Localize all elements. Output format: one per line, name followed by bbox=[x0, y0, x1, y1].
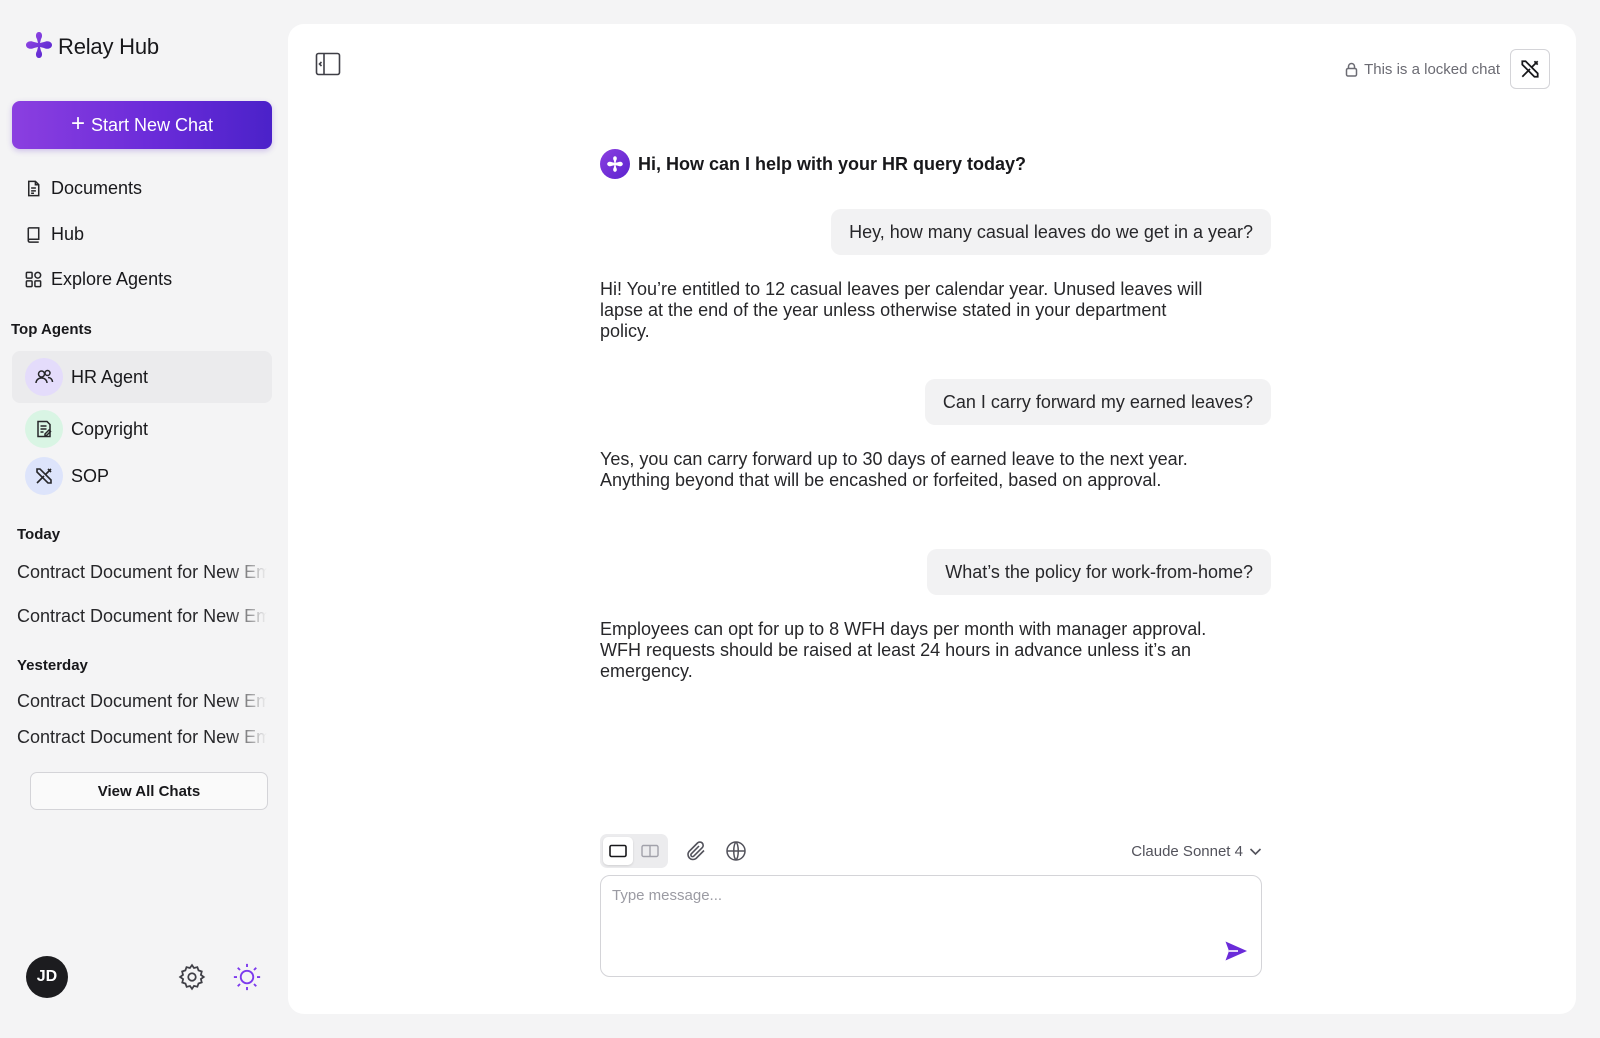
nav-label: Explore Agents bbox=[51, 268, 173, 289]
single-view-button[interactable] bbox=[603, 837, 633, 865]
start-new-chat-button[interactable]: + Start New Chat bbox=[12, 101, 272, 149]
user-message: What’s the policy for work-from-home? bbox=[927, 549, 1271, 595]
tools-button[interactable] bbox=[1510, 49, 1550, 89]
nav-item-documents[interactable]: Documents bbox=[24, 174, 142, 202]
message-composer bbox=[600, 875, 1262, 977]
book-icon bbox=[27, 226, 40, 243]
nav-item-explore-agents[interactable]: Explore Agents bbox=[24, 265, 172, 293]
model-name: Claude Sonnet 4 bbox=[1131, 842, 1243, 860]
greeting-text: Hi, How can I help with your HR query to… bbox=[638, 153, 1027, 174]
chat-history-item[interactable]: Contract Document for New Employee bbox=[17, 691, 267, 715]
chat-history-item[interactable]: Contract Document for New Employee bbox=[17, 606, 267, 630]
tools-icon bbox=[25, 457, 63, 495]
split-view-button[interactable] bbox=[635, 837, 665, 865]
avatar[interactable]: JD bbox=[26, 956, 68, 998]
chat-history-item[interactable]: Contract Document for New Employee bbox=[17, 562, 267, 586]
locked-chat-text: This is a locked chat bbox=[1364, 60, 1500, 78]
nav-label: Documents bbox=[51, 177, 143, 198]
web-search-button[interactable] bbox=[724, 839, 748, 863]
plus-icon: + bbox=[70, 110, 85, 137]
paperclip-icon bbox=[687, 841, 705, 861]
nav-label: Hub bbox=[51, 223, 85, 244]
sun-icon bbox=[233, 963, 261, 991]
users-icon bbox=[25, 358, 63, 396]
chat-history-item[interactable]: Contract Document for New Employee bbox=[17, 727, 267, 751]
theme-toggle-button[interactable] bbox=[231, 961, 263, 993]
brand[interactable]: Relay Hub bbox=[24, 30, 159, 65]
grid-icon bbox=[25, 271, 42, 287]
settings-button[interactable] bbox=[176, 961, 208, 993]
send-button[interactable] bbox=[1223, 938, 1249, 964]
history-today-heading: Today bbox=[17, 526, 61, 543]
app-name: Relay Hub bbox=[58, 34, 159, 59]
document-icon bbox=[27, 180, 40, 196]
top-agents-heading: Top Agents bbox=[11, 321, 92, 338]
layout-mode-toggle bbox=[600, 834, 668, 868]
panel-left-icon bbox=[315, 52, 341, 76]
chat-panel: This is a locked chat Hi, How can I help… bbox=[288, 24, 1576, 1014]
agent-label: Copyright bbox=[71, 418, 149, 439]
model-selector[interactable]: Claude Sonnet 4 bbox=[1131, 840, 1262, 862]
nav-item-hub[interactable]: Hub bbox=[24, 220, 84, 248]
assistant-message: Employees can opt for up to 8 WFH days p… bbox=[600, 619, 1207, 681]
history-yesterday-heading: Yesterday bbox=[17, 657, 88, 674]
split-pane-icon bbox=[641, 844, 659, 858]
user-message: Can I carry forward my earned leaves? bbox=[924, 379, 1271, 425]
tools-icon bbox=[1521, 60, 1539, 78]
agent-label: SOP bbox=[71, 465, 110, 486]
agent-label: HR Agent bbox=[71, 366, 149, 387]
locked-chat-indicator: This is a locked chat bbox=[1345, 59, 1500, 79]
agent-item-sop[interactable]: SOP bbox=[12, 450, 272, 502]
assistant-greeting: Hi, How can I help with your HR query to… bbox=[600, 148, 1026, 180]
agent-item-copyright[interactable]: Copyright bbox=[12, 403, 272, 455]
single-pane-icon bbox=[609, 844, 627, 858]
start-new-chat-label: Start New Chat bbox=[90, 114, 214, 135]
assistant-avatar-icon bbox=[600, 149, 630, 179]
view-all-chats-button[interactable]: View All Chats bbox=[30, 772, 268, 810]
user-message: Hey, how many casual leaves do we get in… bbox=[831, 209, 1271, 255]
send-icon bbox=[1225, 941, 1247, 961]
globe-icon bbox=[726, 841, 746, 861]
agent-item-hr[interactable]: HR Agent bbox=[12, 351, 272, 403]
assistant-message: Yes, you can carry forward up to 30 days… bbox=[600, 449, 1188, 490]
attach-button[interactable] bbox=[684, 839, 708, 863]
sidebar: Relay Hub + Start New Chat Documents Hub… bbox=[0, 0, 288, 1038]
chevron-down-icon bbox=[1249, 847, 1262, 855]
assistant-message: Hi! You’re entitled to 12 casual leaves … bbox=[600, 279, 1203, 341]
gear-icon bbox=[178, 963, 206, 991]
note-icon bbox=[25, 410, 63, 448]
sidebar-toggle-button[interactable] bbox=[314, 50, 342, 78]
lock-icon bbox=[1345, 62, 1358, 77]
message-input[interactable] bbox=[612, 887, 1202, 957]
composer-toolbar: Claude Sonnet 4 bbox=[600, 834, 1262, 868]
relay-logo-icon bbox=[24, 30, 54, 65]
